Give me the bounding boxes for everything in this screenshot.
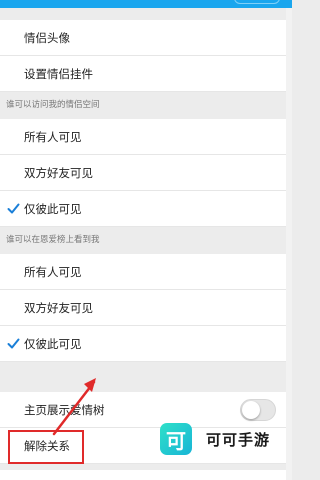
ranking-option-label: 双方好友可见 [24,301,93,315]
visit-option-label: 所有人可见 [24,130,82,144]
ranking-section-header: 谁可以在恩爱榜上看到我 [0,227,292,254]
visit-option-only-each-other[interactable]: 仅彼此可见 [0,191,292,227]
visit-option-label: 仅彼此可见 [24,202,82,216]
visit-option-all[interactable]: 所有人可见 [0,119,292,155]
checkmark-icon [7,203,20,214]
couple-avatar-label: 情侣头像 [24,31,70,45]
ranking-option-label: 所有人可见 [24,265,82,279]
ranking-option-label: 仅彼此可见 [24,337,82,351]
ranking-option-mutual-friends[interactable]: 双方好友可见 [0,290,292,326]
ranking-option-only-each-other[interactable]: 仅彼此可见 [0,326,292,362]
next-item-partial [0,470,292,480]
section-gap [0,362,292,392]
ranking-option-all[interactable]: 所有人可见 [0,254,292,290]
top-bar-button[interactable] [234,0,280,4]
watermark: 可 可可手游 [160,421,270,457]
couple-pendant-label: 设置情侣挂件 [24,67,93,81]
toggle-knob [242,401,260,419]
visit-section-header: 谁可以访问我的情侣空间 [0,92,292,119]
watermark-text: 可可手游 [206,430,271,449]
visit-option-mutual-friends[interactable]: 双方好友可见 [0,155,292,191]
red-arrow-icon [52,378,96,436]
scrollbar-track[interactable] [286,8,292,480]
homepage-love-tree-toggle[interactable] [240,399,276,421]
couple-pendant-item[interactable]: 设置情侣挂件 [0,56,292,92]
watermark-logo-icon: 可 [160,423,192,455]
top-bar [0,0,292,8]
couple-avatar-item[interactable]: 情侣头像 [0,20,292,56]
checkmark-icon [7,338,20,349]
visit-option-label: 双方好友可见 [24,166,93,180]
